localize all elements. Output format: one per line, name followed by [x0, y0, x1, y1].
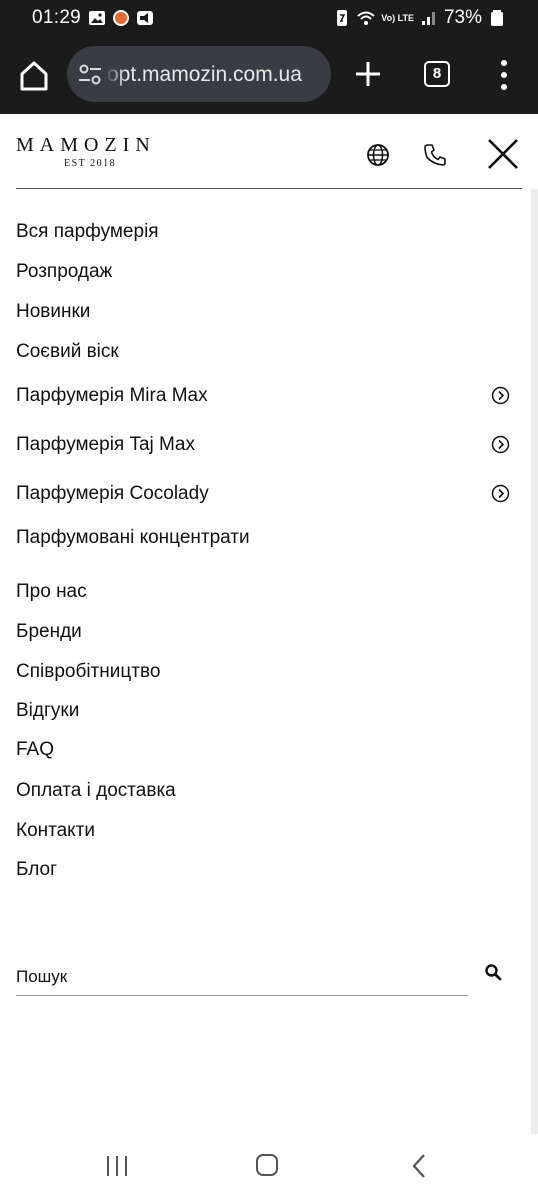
gallery-icon: [89, 11, 105, 25]
menu-item-label: Контакти: [16, 820, 96, 841]
menu-item-mira-max[interactable]: Парфумерія Mira Max: [16, 384, 516, 408]
url-fade: [105, 46, 125, 102]
menu-item-sale[interactable]: Розпродаж: [16, 260, 516, 284]
plus-icon[interactable]: [352, 58, 384, 90]
menu-item-reviews[interactable]: Відгуки: [16, 699, 516, 723]
tune-icon[interactable]: [77, 62, 103, 88]
search-input[interactable]: [16, 958, 468, 996]
menu-item-label: Парфумерія Taj Max: [16, 434, 195, 455]
scrollbar[interactable]: [531, 189, 538, 1134]
menu-item-concentrates[interactable]: Парфумовані концентрати: [16, 526, 516, 550]
site-logo-tagline: EST 2018: [64, 158, 117, 169]
menu-item-about[interactable]: Про нас: [16, 580, 516, 604]
menu-item-label: Відгуки: [16, 700, 80, 721]
search-icon[interactable]: [484, 963, 502, 981]
address-bar[interactable]: opt.mamozin.com.ua: [67, 46, 331, 102]
menu-item-faq[interactable]: FAQ: [16, 738, 516, 762]
megaphone-icon: [137, 11, 153, 25]
menu-item-label: Співробітництво: [16, 661, 161, 682]
battery-percent: 73%: [443, 7, 482, 28]
url-text: opt.mamozin.com.ua: [107, 63, 302, 86]
more-vert-icon[interactable]: [494, 58, 514, 92]
close-icon[interactable]: [486, 137, 520, 171]
notification-icons: [88, 9, 154, 27]
data-saver-icon: [337, 10, 348, 26]
menu-item-label: FAQ: [16, 739, 55, 760]
menu-item-label: Про нас: [16, 581, 87, 602]
status-time: 01:29: [32, 7, 82, 28]
menu-item-cooperation[interactable]: Співробітництво: [16, 660, 516, 684]
header-divider: [16, 188, 522, 189]
menu-item-new[interactable]: Новинки: [16, 300, 516, 324]
menu-item-label: Парфумовані концентрати: [16, 527, 250, 548]
menu-item-label: Блог: [16, 859, 58, 880]
menu-item-brands[interactable]: Бренди: [16, 620, 516, 644]
phone-icon[interactable]: [422, 142, 448, 168]
menu-item-payment-delivery[interactable]: Оплата і доставка: [16, 779, 516, 803]
menu-item-label: Соєвий віск: [16, 341, 119, 362]
menu-item-label: Вся парфумерія: [16, 221, 159, 242]
system-nav-bar: [0, 1134, 538, 1200]
menu-item-label: Оплата і доставка: [16, 780, 176, 801]
status-bar: 01:29 Vo) LTE 73%: [0, 0, 538, 36]
circle-chevron-right-icon[interactable]: [491, 435, 510, 454]
circle-chevron-right-icon[interactable]: [491, 484, 510, 503]
circle-chevron-right-icon[interactable]: [491, 386, 510, 405]
system-status-icons: Vo) LTE 73%: [333, 7, 506, 29]
menu-item-label: Новинки: [16, 301, 91, 322]
menu-item-label: Парфумерія Cocolady: [16, 483, 209, 504]
menu-item-blog[interactable]: Блог: [16, 858, 516, 882]
battery-icon: [491, 10, 503, 26]
network-type: Vo) LTE: [381, 12, 414, 23]
menu-item-soy-wax[interactable]: Соєвий віск: [16, 340, 516, 364]
menu-item-contacts[interactable]: Контакти: [16, 819, 516, 843]
menu-item-label: Бренди: [16, 621, 82, 642]
home-icon[interactable]: [16, 58, 52, 94]
wifi-icon: [357, 11, 375, 25]
menu-item-taj-max[interactable]: Парфумерія Taj Max: [16, 433, 516, 457]
back-icon[interactable]: [410, 1153, 428, 1179]
menu-item-label: Парфумерія Mira Max: [16, 385, 208, 406]
signal-icon: [421, 12, 435, 25]
menu-item-label: Розпродаж: [16, 261, 113, 282]
browser-toolbar: opt.mamozin.com.ua 8: [0, 36, 538, 114]
menu-item-all-perfumery[interactable]: Вся парфумерія: [16, 220, 516, 244]
nav-home-icon[interactable]: [255, 1153, 279, 1177]
site-header: MAMOZIN EST 2018: [0, 114, 538, 189]
recent-apps-icon[interactable]: [104, 1154, 130, 1178]
menu-item-cocolady[interactable]: Парфумерія Cocolady: [16, 482, 516, 506]
site-logo[interactable]: MAMOZIN: [16, 134, 156, 157]
tab-switcher-button[interactable]: 8: [424, 61, 450, 87]
app-notification-icon: [113, 10, 129, 26]
globe-icon[interactable]: [366, 143, 390, 167]
